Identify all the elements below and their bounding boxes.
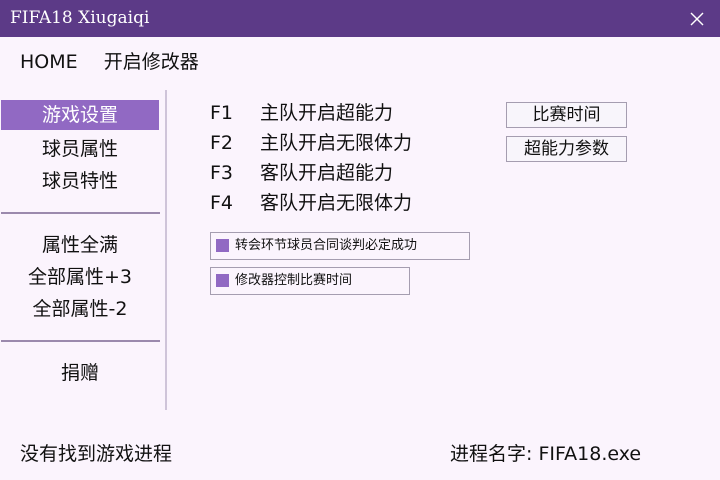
content-divider [165, 90, 167, 410]
sidebar: 游戏设置 球员属性 球员特性 属性全满 全部属性+3 全部属性-2 捐赠 [0, 100, 162, 410]
checkbox-check [216, 274, 229, 287]
title-bar: FIFA18 Xiugaiqi [0, 0, 720, 37]
transfer-negotiation-checkbox[interactable]: 转会环节球员合同谈判必定成功 [210, 232, 470, 260]
process-status: 没有找到游戏进程 [20, 443, 173, 465]
checkbox-check [216, 239, 229, 252]
close-icon [690, 12, 704, 25]
sidebar-item-game-settings[interactable]: 游戏设置 [1, 100, 159, 130]
sidebar-item-player-attributes[interactable]: 球员属性 [1, 134, 159, 164]
hotkey-label: 客队开启超能力 [260, 162, 394, 184]
hotkey-key: F3 [210, 162, 234, 184]
close-button[interactable] [674, 0, 720, 37]
hotkey-row: F2 主队开启无限体力 [210, 130, 412, 156]
super-params-button[interactable]: 超能力参数 [506, 136, 627, 162]
checkbox-label: 修改器控制比赛时间 [235, 273, 353, 288]
hotkey-row: F4 客队开启无限体力 [210, 190, 412, 216]
nav-open-trainer[interactable]: 开启修改器 [104, 51, 199, 73]
hotkey-key: F2 [210, 132, 234, 154]
control-match-time-checkbox[interactable]: 修改器控制比赛时间 [210, 267, 410, 295]
sidebar-divider [1, 212, 160, 214]
sidebar-item-player-traits[interactable]: 球员特性 [1, 166, 159, 196]
checkbox-label: 转会环节球员合同谈判必定成功 [235, 238, 418, 253]
process-name: 进程名字: FIFA18.exe [450, 443, 642, 465]
hotkey-row: F3 客队开启超能力 [210, 160, 393, 186]
sidebar-item-max-attributes[interactable]: 属性全满 [1, 230, 159, 260]
nav-home[interactable]: HOME [20, 51, 78, 73]
sidebar-item-donate[interactable]: 捐赠 [1, 358, 159, 388]
hotkey-label: 主队开启无限体力 [260, 132, 413, 154]
top-nav: HOME 开启修改器 [20, 50, 219, 74]
sidebar-divider [1, 340, 160, 342]
hotkey-label: 主队开启超能力 [260, 102, 394, 124]
match-time-button[interactable]: 比赛时间 [506, 102, 627, 128]
sidebar-item-all-attributes-plus3[interactable]: 全部属性+3 [1, 262, 159, 292]
sidebar-item-all-attributes-minus2[interactable]: 全部属性-2 [1, 294, 159, 324]
hotkey-key: F4 [210, 192, 234, 214]
window-title: FIFA18 Xiugaiqi [10, 8, 150, 28]
hotkey-row: F1 主队开启超能力 [210, 100, 393, 126]
hotkey-label: 客队开启无限体力 [260, 192, 413, 214]
hotkey-key: F1 [210, 102, 234, 124]
